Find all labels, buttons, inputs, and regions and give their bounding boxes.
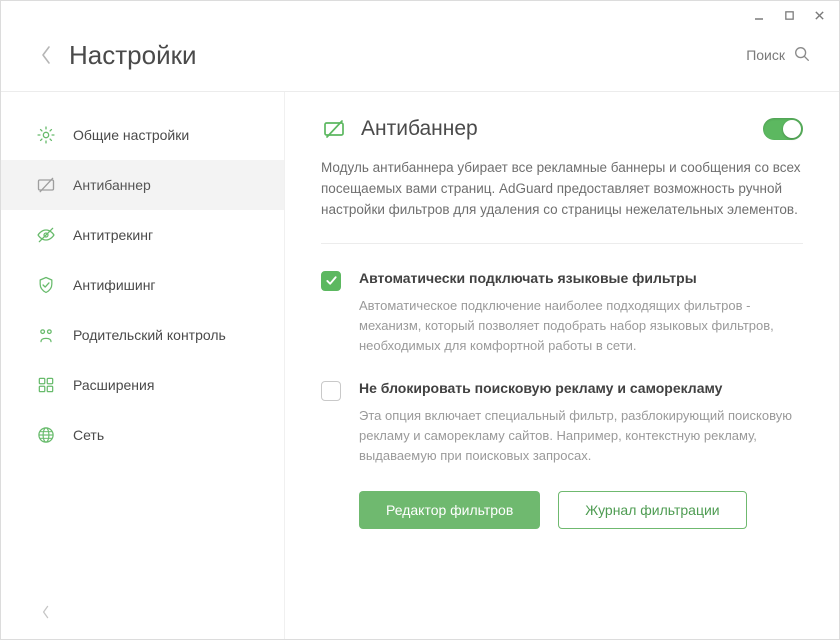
option-description: Автоматическое подключение наиболее подх…: [359, 296, 803, 356]
sidebar-item-general[interactable]: Общие настройки: [1, 110, 284, 160]
antibanner-icon: [321, 116, 347, 142]
gear-icon: [35, 124, 57, 146]
back-button[interactable]: [35, 44, 57, 66]
sidebar-item-label: Общие настройки: [73, 127, 189, 143]
option-title: Не блокировать поисковую рекламу и самор…: [359, 380, 803, 396]
filter-log-button[interactable]: Журнал фильтрации: [558, 491, 746, 529]
content-separator: [321, 243, 803, 244]
section-description: Модуль антибаннера убирает все рекламные…: [321, 158, 803, 221]
sidebar-item-label: Антибаннер: [73, 177, 151, 193]
option-description: Эта опция включает специальный фильтр, р…: [359, 406, 803, 466]
option-dont-block-search-ads: Не блокировать поисковую рекламу и самор…: [321, 380, 803, 466]
antibanner-icon: [35, 174, 57, 196]
button-row: Редактор фильтров Журнал фильтрации: [321, 491, 803, 529]
sidebar-item-network[interactable]: Сеть: [1, 410, 284, 460]
shield-check-icon: [35, 274, 57, 296]
checkbox[interactable]: [321, 381, 341, 401]
sidebar-item-antibanner[interactable]: Антибаннер: [1, 160, 284, 210]
globe-icon: [35, 424, 57, 446]
body: Общие настройки Антибаннер Антитрекинг А…: [1, 92, 839, 639]
maximize-button[interactable]: [775, 5, 803, 25]
app-window: Настройки Поиск Общие настройки Антибанн…: [0, 0, 840, 640]
checkbox[interactable]: [321, 271, 341, 291]
section-title: Антибаннер: [361, 117, 478, 141]
option-title: Автоматически подключать языковые фильтр…: [359, 270, 803, 286]
filter-editor-button[interactable]: Редактор фильтров: [359, 491, 540, 529]
sidebar-item-label: Расширения: [73, 377, 154, 393]
search-button[interactable]: Поиск: [746, 45, 811, 66]
enable-toggle[interactable]: [763, 118, 803, 140]
sidebar-item-parental[interactable]: Родительский контроль: [1, 310, 284, 360]
close-button[interactable]: [805, 5, 833, 25]
sidebar-item-antiphishing[interactable]: Антифишинг: [1, 260, 284, 310]
sidebar-footer: [1, 601, 284, 639]
search-label: Поиск: [746, 47, 785, 63]
sidebar-item-extensions[interactable]: Расширения: [1, 360, 284, 410]
option-auto-language-filters: Автоматически подключать языковые фильтр…: [321, 270, 803, 356]
search-icon: [793, 45, 811, 66]
sidebar-item-label: Родительский контроль: [73, 327, 226, 343]
sidebar-item-label: Антитрекинг: [73, 227, 153, 243]
sidebar: Общие настройки Антибаннер Антитрекинг А…: [1, 92, 285, 639]
sidebar-item-label: Антифишинг: [73, 277, 156, 293]
parental-icon: [35, 324, 57, 346]
eye-slash-icon: [35, 224, 57, 246]
content: Антибаннер Модуль антибаннера убирает вс…: [285, 92, 839, 639]
collapse-sidebar-button[interactable]: [35, 601, 57, 623]
page-title: Настройки: [69, 40, 197, 71]
extensions-icon: [35, 374, 57, 396]
titlebar: [1, 1, 839, 29]
section-header: Антибаннер: [321, 116, 803, 142]
minimize-button[interactable]: [745, 5, 773, 25]
header: Настройки Поиск: [1, 29, 839, 91]
sidebar-item-antitracking[interactable]: Антитрекинг: [1, 210, 284, 260]
sidebar-item-label: Сеть: [73, 427, 104, 443]
